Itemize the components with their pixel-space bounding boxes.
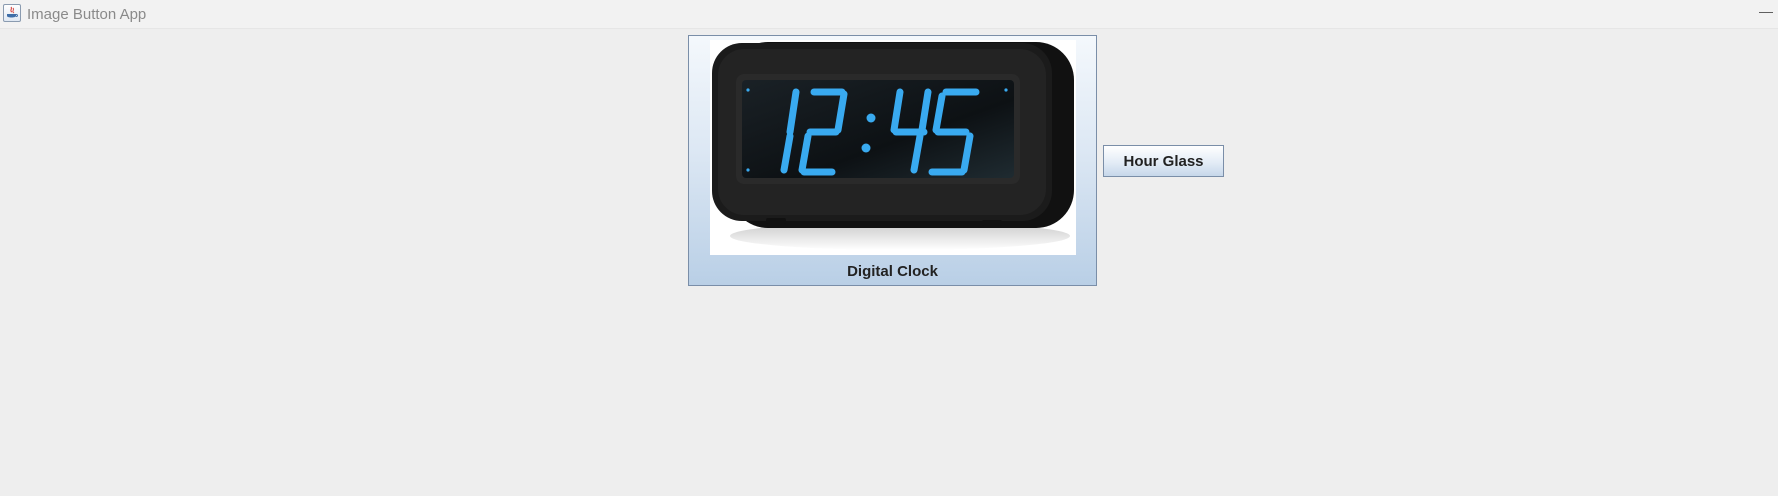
digital-clock-label: Digital Clock	[847, 263, 938, 280]
title-bar[interactable]: Image Button App —	[0, 0, 1778, 29]
digital-clock-image	[710, 40, 1076, 255]
hour-glass-button[interactable]: Hour Glass	[1103, 145, 1224, 177]
java-app-icon	[3, 4, 21, 22]
content-pane: Digital Clock Hour Glass	[0, 29, 1778, 496]
minimize-icon[interactable]: —	[1756, 2, 1776, 24]
app-window: Image Button App — Digital Clock Hour Gl…	[0, 0, 1778, 496]
digital-clock-button[interactable]: Digital Clock	[688, 35, 1097, 286]
window-title: Image Button App	[27, 6, 147, 23]
